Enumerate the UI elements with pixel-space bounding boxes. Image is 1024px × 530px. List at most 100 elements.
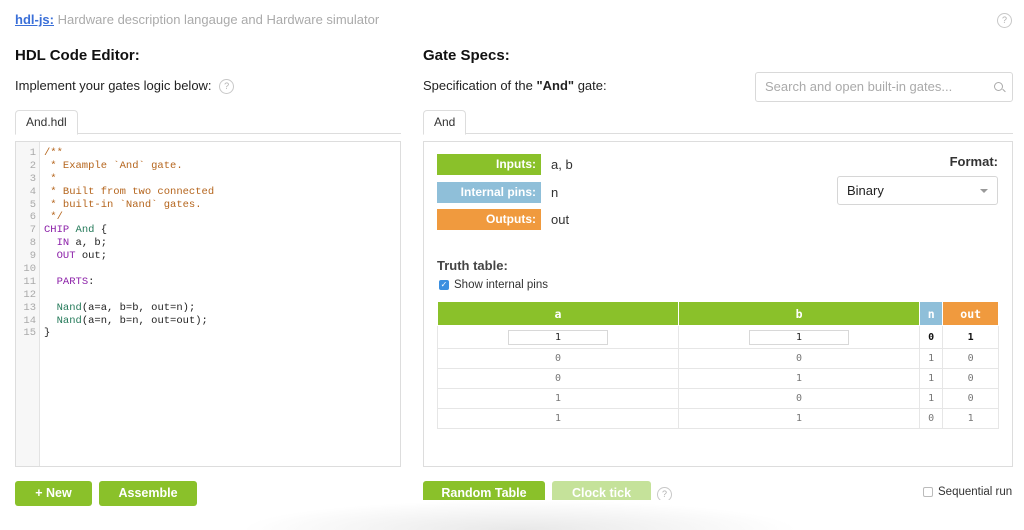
code-token: IN — [56, 237, 70, 250]
table-cell: 0 — [942, 348, 999, 369]
gate-specs-panel: Inputs: a, b Internal pins: n Outputs: o… — [423, 141, 1013, 467]
line-number: 7 — [29, 224, 36, 237]
code-token: */ — [44, 211, 63, 224]
table-cell: 1 — [678, 368, 921, 389]
input-b-field[interactable]: 1 — [749, 329, 850, 345]
table-row: 1101 — [436, 408, 999, 429]
table-cell: 1 — [678, 408, 921, 429]
editor-title: HDL Code Editor: — [15, 47, 140, 64]
code-line: 6 */ — [16, 211, 400, 224]
code-token: * built-in `Nand` gates. — [44, 198, 202, 211]
line-number: 12 — [23, 288, 36, 301]
code-line: 4 * Built from two connected — [16, 186, 400, 199]
code-line: 5 * built-in `Nand` gates. — [16, 199, 400, 212]
line-code: * Built from two connected — [44, 186, 214, 199]
line-code: IN a, b; — [44, 237, 107, 250]
tagline: Hardware description langauge and Hardwa… — [54, 12, 380, 27]
line-number: 14 — [23, 314, 36, 327]
input-a-field[interactable]: 1 — [508, 329, 609, 345]
code-line: 10 — [16, 263, 400, 276]
tab-and-hdl[interactable]: And.hdl — [15, 110, 78, 135]
app-header: hdl-js: Hardware description langauge an… — [15, 12, 379, 27]
code-line: 8 IN a, b; — [16, 237, 400, 250]
line-code: /** — [44, 147, 63, 160]
code-line: 11 PARTS: — [16, 276, 400, 289]
new-button[interactable]: + New — [15, 481, 92, 506]
code-line: 2 * Example `And` gate. — [16, 160, 400, 173]
line-number: 9 — [29, 250, 36, 263]
code-token: { — [94, 224, 108, 237]
line-number: 5 — [29, 198, 36, 211]
table-cell: 1 — [942, 408, 999, 429]
table-row: 0110 — [436, 368, 999, 389]
table-cell: 1 — [678, 325, 921, 349]
editor-subtitle: Implement your gates logic below: ? — [15, 78, 235, 95]
assemble-button[interactable]: Assemble — [99, 481, 197, 506]
code-line: 7 CHIP And { — [16, 224, 400, 237]
inputs-label: Inputs: — [437, 154, 541, 175]
table-cell: 0 — [942, 388, 999, 409]
code-token: out; — [75, 250, 108, 263]
checkbox-checked-icon[interactable]: ✓ — [439, 279, 449, 290]
chevron-down-icon — [980, 189, 988, 193]
code-token: * Example `And` gate. — [44, 159, 183, 172]
code-token: (a=a, b=b, out=n); — [81, 301, 196, 314]
line-number: 2 — [29, 159, 36, 172]
line-number: 4 — [29, 185, 36, 198]
specs-subtitle: Specification of the "And" gate: — [423, 78, 607, 93]
column-header-b: b — [678, 301, 921, 326]
gate-search-input[interactable]: Search and open built-in gates... — [755, 72, 1013, 102]
line-code: PARTS: — [44, 276, 95, 289]
code-line: 12 — [16, 289, 400, 302]
table-cell: 1 — [919, 348, 944, 369]
column-header-a: a — [436, 301, 680, 326]
line-code: * built-in `Nand` gates. — [44, 198, 202, 212]
line-code: Nand(a=a, b=b, out=n); — [44, 301, 196, 315]
table-cell: 1 — [919, 388, 944, 409]
line-code: OUT out; — [44, 250, 107, 263]
table-cell: 1 — [942, 325, 999, 349]
table-cell: 1 — [436, 408, 680, 429]
code-lines: 1/** 2 * Example `And` gate. 3 * 4 * Built … — [16, 147, 400, 340]
line-number: 15 — [23, 327, 36, 340]
tab-and[interactable]: And — [423, 110, 467, 135]
line-number: 3 — [29, 172, 36, 185]
table-edit-row: 1101 — [436, 325, 999, 349]
line-code: CHIP And { — [44, 224, 107, 237]
code-editor[interactable]: 1/** 2 * Example `And` gate. 3 * 4 * Built … — [15, 141, 401, 467]
code-line: 1 /** — [16, 147, 400, 160]
outputs-label: Outputs: — [437, 209, 541, 230]
line-code: * Example `And` gate. — [44, 159, 183, 173]
question-circle-icon[interactable]: ? — [219, 79, 235, 95]
format-select[interactable]: Binary — [837, 176, 998, 205]
code-token: Nand — [56, 301, 82, 314]
specs-tabs: And — [423, 110, 1013, 135]
line-number: 11 — [23, 275, 36, 288]
sequential-run-checkbox[interactable]: Sequential run — [923, 486, 1012, 498]
table-row: 1010 — [436, 388, 999, 409]
table-cell: 0 — [678, 348, 921, 369]
brand-link[interactable]: hdl-js: — [15, 12, 54, 27]
gate-name: "And" — [536, 78, 575, 93]
table-cell: 1 — [436, 388, 680, 409]
checkbox-unchecked-icon[interactable] — [923, 486, 933, 497]
search-icon — [994, 82, 1003, 91]
code-token: * Built from two connected — [44, 185, 215, 198]
truth-table-label: Truth table: — [437, 258, 508, 273]
line-code: * — [44, 173, 56, 186]
line-number: 10 — [23, 263, 36, 276]
question-circle-icon[interactable]: ? — [997, 13, 1012, 28]
show-internal-pins-checkbox[interactable]: ✓ Show internal pins — [439, 279, 548, 291]
code-token: } — [44, 327, 51, 340]
table-cell: 1 — [919, 368, 944, 389]
code-token: /** — [44, 147, 63, 159]
internal-pins-label: Internal pins: — [437, 182, 541, 203]
line-number: 8 — [29, 237, 36, 250]
code-token: a, b; — [69, 237, 108, 250]
outputs-value: out — [551, 212, 570, 227]
code-token: And — [75, 224, 95, 237]
